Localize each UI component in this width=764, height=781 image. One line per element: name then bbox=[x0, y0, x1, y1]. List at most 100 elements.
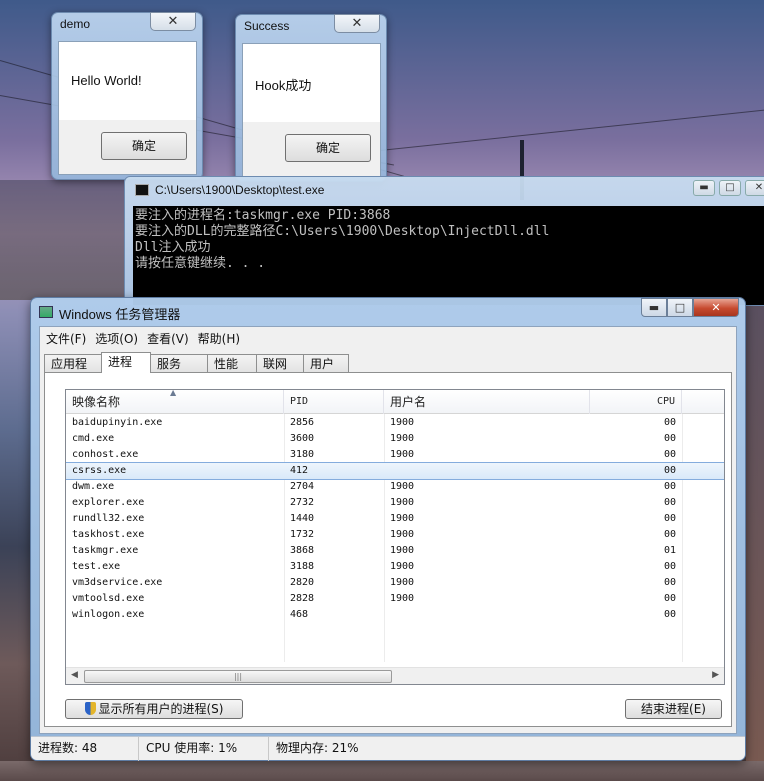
minimize-button[interactable]: ▬ bbox=[641, 298, 667, 317]
menu-view[interactable]: 查看(V) bbox=[145, 327, 196, 347]
process-name-cell: baidupinyin.exe bbox=[72, 417, 163, 428]
process-pid-cell: 2856 bbox=[290, 417, 315, 428]
process-pid-cell: 3188 bbox=[290, 561, 315, 572]
process-user-cell: 1900 bbox=[390, 513, 415, 524]
close-button[interactable]: ✕ bbox=[150, 12, 196, 31]
tab-performance[interactable]: 性能 bbox=[207, 354, 257, 373]
demo-dialog: demo ✕ Hello World! 确定 bbox=[51, 12, 203, 180]
close-button[interactable]: ✕ bbox=[745, 180, 764, 196]
close-button[interactable]: ✕ bbox=[334, 14, 380, 33]
maximize-icon: □ bbox=[725, 182, 735, 193]
status-memory: 物理内存: 21% bbox=[276, 741, 359, 755]
table-row[interactable]: vm3dservice.exe 2820 1900 00 bbox=[66, 575, 724, 591]
close-icon: ✕ bbox=[754, 182, 764, 193]
table-row[interactable]: winlogon.exe 468 00 bbox=[66, 607, 724, 623]
power-line bbox=[379, 109, 764, 151]
tab-services[interactable]: 服务 bbox=[150, 354, 208, 373]
table-row[interactable]: conhost.exe 3180 1900 00 bbox=[66, 447, 724, 463]
process-cpu-cell: 00 bbox=[663, 465, 676, 476]
process-pid-cell: 468 bbox=[290, 609, 309, 620]
tab-strip: 应用程序 进程 服务 性能 联网 用户 bbox=[44, 352, 349, 389]
minimize-icon: ▬ bbox=[648, 301, 660, 314]
show-all-users-button[interactable]: 显示所有用户的进程(S) bbox=[65, 699, 243, 719]
task-manager-window: Windows 任务管理器 ▬ □ ✕ 文件(F) 选项(O) 查看(V) 帮助… bbox=[30, 297, 746, 761]
process-pid-cell: 412 bbox=[290, 465, 309, 476]
scrollbar-thumb[interactable]: ||| bbox=[84, 670, 392, 683]
scroll-left-icon[interactable]: ◀ bbox=[71, 670, 78, 680]
ok-button[interactable]: 确定 bbox=[101, 132, 187, 160]
end-process-button[interactable]: 结束进程(E) bbox=[625, 699, 722, 719]
process-name-cell: taskmgr.exe bbox=[72, 545, 139, 556]
minimize-button[interactable]: ▬ bbox=[693, 180, 715, 196]
process-cpu-cell: 00 bbox=[663, 513, 676, 524]
ok-button[interactable]: 确定 bbox=[285, 134, 371, 162]
process-list[interactable]: ▲ 映像名称 PID 用户名 CPU baidupinyin.exe 2856 19… bbox=[65, 389, 725, 685]
maximize-button[interactable]: □ bbox=[719, 180, 741, 196]
close-button[interactable]: ✕ bbox=[693, 298, 739, 317]
scenery-ground bbox=[0, 180, 124, 300]
success-dialog: Success ✕ Hook成功 确定 bbox=[235, 14, 387, 182]
table-row[interactable]: baidupinyin.exe 2856 1900 00 bbox=[66, 415, 724, 431]
process-name-cell: dwm.exe bbox=[72, 481, 115, 492]
menu-help[interactable]: 帮助(H) bbox=[196, 327, 247, 347]
sort-ascending-icon: ▲ bbox=[170, 389, 177, 397]
table-row[interactable]: dwm.exe 2704 1900 00 bbox=[66, 479, 724, 495]
column-header-cpu[interactable]: CPU bbox=[590, 390, 682, 414]
process-name-cell: test.exe bbox=[72, 561, 121, 572]
table-row[interactable]: cmd.exe 3600 1900 00 bbox=[66, 431, 724, 447]
scroll-right-icon[interactable]: ▶ bbox=[712, 670, 719, 680]
tab-processes[interactable]: 进程 bbox=[101, 352, 151, 373]
process-user-cell: 1900 bbox=[390, 577, 415, 588]
horizontal-scrollbar[interactable]: ◀ ||| ▶ bbox=[66, 667, 724, 684]
process-user-cell: 1900 bbox=[390, 433, 415, 444]
process-user-cell: 1900 bbox=[390, 545, 415, 556]
table-row[interactable]: explorer.exe 2732 1900 00 bbox=[66, 495, 724, 511]
process-cpu-cell: 00 bbox=[663, 497, 676, 508]
process-pid-cell: 3868 bbox=[290, 545, 315, 556]
process-cpu-cell: 00 bbox=[663, 609, 676, 620]
tab-applications[interactable]: 应用程序 bbox=[44, 354, 102, 389]
menu-options[interactable]: 选项(O) bbox=[93, 327, 145, 347]
maximize-icon: □ bbox=[674, 301, 686, 314]
process-cpu-cell: 01 bbox=[663, 545, 676, 556]
console-line: 请按任意键继续. . . bbox=[135, 256, 266, 271]
maximize-button[interactable]: □ bbox=[667, 298, 693, 317]
success-dialog-message: Hook成功 bbox=[255, 78, 312, 93]
table-row[interactable]: rundll32.exe 1440 1900 00 bbox=[66, 511, 724, 527]
tab-users[interactable]: 用户 bbox=[303, 354, 349, 373]
table-row[interactable]: vmtoolsd.exe 2828 1900 00 bbox=[66, 591, 724, 607]
close-icon: ✕ bbox=[167, 14, 179, 29]
process-pid-cell: 1440 bbox=[290, 513, 315, 524]
process-user-cell: 1900 bbox=[390, 449, 415, 460]
menu-file[interactable]: 文件(F) bbox=[44, 327, 93, 347]
process-pid-cell: 2732 bbox=[290, 497, 315, 508]
status-bar: 进程数: 48 CPU 使用率: 1% 物理内存: 21% bbox=[31, 736, 745, 761]
console-output[interactable]: 要注入的进程名:taskmgr.exe PID:3868 要注入的DLL的完整路径… bbox=[133, 206, 764, 305]
column-header-pid[interactable]: PID bbox=[284, 390, 384, 414]
process-user-cell bbox=[384, 463, 590, 479]
table-row[interactable]: csrss.exe 412 00 bbox=[66, 462, 724, 480]
process-cpu-cell: 00 bbox=[663, 481, 676, 492]
table-row[interactable]: taskmgr.exe 3868 1900 01 bbox=[66, 543, 724, 559]
console-line: Dll注入成功 bbox=[135, 240, 211, 255]
process-pid-cell: 3180 bbox=[290, 449, 315, 460]
minimize-icon: ▬ bbox=[699, 182, 709, 193]
demo-dialog-body: Hello World! 确定 bbox=[58, 41, 197, 175]
column-header-name[interactable]: ▲ 映像名称 bbox=[66, 390, 284, 414]
process-rows: baidupinyin.exe 2856 1900 00 cmd.exe 3600 1900… bbox=[66, 415, 724, 623]
process-user-cell: 1900 bbox=[390, 417, 415, 428]
process-name-cell: conhost.exe bbox=[72, 449, 139, 460]
menu-bar: 文件(F) 选项(O) 查看(V) 帮助(H) bbox=[40, 327, 736, 347]
console-title: C:\Users\1900\Desktop\test.exe bbox=[155, 183, 325, 197]
column-header-user[interactable]: 用户名 bbox=[384, 390, 590, 414]
table-row[interactable]: taskhost.exe 1732 1900 00 bbox=[66, 527, 724, 543]
process-user-cell bbox=[384, 607, 590, 623]
tab-networking[interactable]: 联网 bbox=[256, 354, 304, 373]
process-cpu-cell: 00 bbox=[663, 449, 676, 460]
process-name-cell: cmd.exe bbox=[72, 433, 115, 444]
process-user-cell: 1900 bbox=[390, 561, 415, 572]
window-title: Windows 任务管理器 bbox=[59, 307, 181, 322]
process-pid-cell: 1732 bbox=[290, 529, 315, 540]
console-window: C:\Users\1900\Desktop\test.exe ▬ □ ✕ 要注入… bbox=[124, 176, 764, 306]
table-row[interactable]: test.exe 3188 1900 00 bbox=[66, 559, 724, 575]
